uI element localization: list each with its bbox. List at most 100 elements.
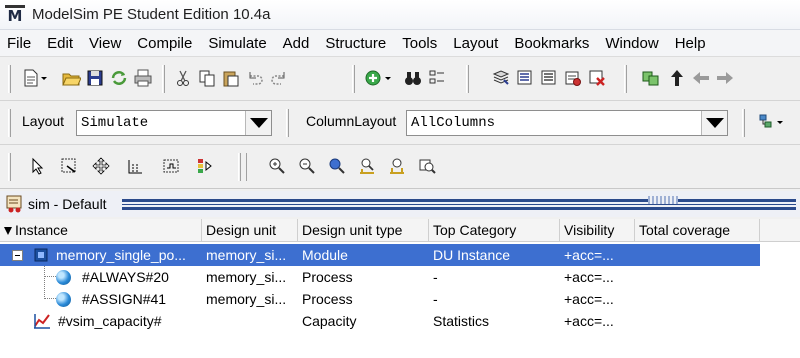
table-row[interactable]: #ALWAYS#20 memory_si... Process - +acc=.… [0, 266, 760, 288]
zoom-in-icon[interactable] [266, 155, 288, 177]
zoom-between-cursors-icon[interactable] [386, 155, 408, 177]
column-layout-select-value: AllColumns [411, 115, 496, 131]
table-row[interactable]: #ASSIGN#41 memory_si... Process - +acc=.… [0, 288, 760, 310]
toolbar-grip[interactable] [244, 153, 247, 181]
table-header: Instance Design unit Design unit type To… [0, 219, 800, 242]
menu-structure[interactable]: Structure [317, 30, 394, 57]
menu-add[interactable]: Add [275, 30, 318, 57]
menu-edit[interactable]: Edit [39, 30, 81, 57]
paste-icon[interactable] [220, 67, 242, 89]
find-binoculars-icon[interactable] [402, 67, 424, 89]
break-simulation-icon[interactable] [586, 67, 608, 89]
edit-waveform-icon[interactable] [160, 155, 182, 177]
table-row[interactable]: memory_single_po... memory_si... Module … [0, 244, 760, 266]
instance-name: #ALWAYS#20 [82, 269, 169, 285]
zoom-cursor-icon[interactable] [356, 155, 378, 177]
instance-cell: #ASSIGN#41 [0, 288, 202, 310]
total-coverage-cell [635, 244, 760, 266]
simulate-icon[interactable] [562, 67, 584, 89]
pan-icon[interactable] [90, 155, 112, 177]
visibility-cell: +acc=... [564, 269, 614, 285]
total-coverage-cell [635, 288, 760, 310]
toolbar-grip[interactable] [8, 109, 11, 137]
add-icon[interactable] [362, 67, 384, 89]
copy-icon[interactable] [196, 67, 218, 89]
collapse-icon[interactable] [12, 250, 23, 261]
menu-tools[interactable]: Tools [394, 30, 445, 57]
signal-probe-icon[interactable] [194, 155, 216, 177]
compile-all-icon[interactable] [514, 67, 536, 89]
columns-icon[interactable] [426, 67, 448, 89]
column-header-total-coverage[interactable]: Total coverage [635, 219, 760, 242]
window-title: ModelSim PE Student Edition 10.4a [32, 6, 271, 23]
menu-compile[interactable]: Compile [129, 30, 200, 57]
column-header-design-unit-type[interactable]: Design unit type [298, 219, 429, 242]
panel-title: sim - Default [28, 196, 107, 212]
panel-grip[interactable] [648, 196, 678, 204]
toolbar-separator [238, 153, 241, 181]
top-category-cell: Statistics [433, 313, 490, 329]
design-unit-type-cell: Capacity [302, 313, 357, 329]
add-dropdown-icon[interactable] [382, 67, 394, 89]
layout-options-icon[interactable] [756, 111, 786, 133]
column-header-design-unit[interactable]: Design unit [202, 219, 298, 242]
undo-icon[interactable] [244, 67, 266, 89]
instance-cell: #vsim_capacity# [0, 310, 202, 332]
cut-icon[interactable] [172, 67, 194, 89]
standard-toolbar [0, 57, 800, 101]
column-header-top-category[interactable]: Top Category [429, 219, 560, 242]
capacity-icon [34, 314, 50, 329]
forward-arrow-icon[interactable] [714, 67, 736, 89]
menu-window[interactable]: Window [597, 30, 666, 57]
dataflow-icon[interactable] [640, 67, 662, 89]
zoom-full-icon[interactable] [326, 155, 348, 177]
panel-drag-bar[interactable] [122, 199, 796, 210]
top-category-cell: DU Instance [433, 247, 511, 263]
reload-icon[interactable] [108, 67, 130, 89]
column-header-visibility[interactable]: Visibility [560, 219, 635, 242]
total-coverage-cell [635, 310, 760, 332]
column-header-instance[interactable]: Instance [0, 219, 202, 242]
menu-simulate[interactable]: Simulate [200, 30, 274, 57]
column-layout-select[interactable]: AllColumns [406, 110, 728, 136]
print-icon[interactable] [132, 67, 154, 89]
menu-file[interactable]: File [0, 30, 39, 57]
toolbar-grip[interactable] [8, 65, 11, 93]
instance-name: memory_single_po... [56, 247, 186, 263]
compile-icon[interactable] [490, 67, 512, 89]
top-category-cell: - [433, 291, 438, 307]
new-dropdown-icon[interactable] [38, 67, 50, 89]
sim-panel-header: sim - Default [0, 191, 800, 217]
layout-select[interactable]: Simulate [76, 110, 272, 136]
instance-name: #vsim_capacity# [58, 313, 162, 329]
menu-layout[interactable]: Layout [445, 30, 506, 57]
visibility-cell: +acc=... [564, 247, 614, 263]
design-unit-cell [202, 310, 298, 332]
open-folder-icon[interactable] [60, 67, 82, 89]
redo-icon[interactable] [268, 67, 290, 89]
select-pointer-icon[interactable] [26, 155, 48, 177]
zoom-out-icon[interactable] [296, 155, 318, 177]
table-row[interactable]: #vsim_capacity# Capacity Statistics +acc… [0, 310, 760, 332]
visibility-cell: +acc=... [564, 313, 614, 329]
menu-bookmarks[interactable]: Bookmarks [506, 30, 597, 57]
back-arrow-icon[interactable] [690, 67, 712, 89]
design-unit-type-cell: Process [302, 291, 353, 307]
menu-help[interactable]: Help [667, 30, 714, 57]
compile-selected-icon[interactable] [538, 67, 560, 89]
cursor-measure-icon[interactable] [124, 155, 146, 177]
instance-cell: #ALWAYS#20 [0, 266, 202, 288]
zoom-last-icon[interactable] [416, 155, 438, 177]
toolbar-grip[interactable] [8, 153, 11, 181]
zoom-area-icon[interactable] [58, 155, 80, 177]
save-icon[interactable] [84, 67, 106, 89]
total-coverage-cell [635, 266, 760, 288]
up-arrow-icon[interactable] [666, 67, 688, 89]
chevron-down-icon[interactable] [245, 111, 271, 135]
design-unit-type-cell: Process [302, 269, 353, 285]
design-unit-cell: memory_si... [206, 291, 287, 307]
toolbar-separator [286, 109, 289, 137]
layout-select-value: Simulate [81, 115, 149, 131]
chevron-down-icon[interactable] [701, 111, 727, 135]
menu-view[interactable]: View [81, 30, 129, 57]
